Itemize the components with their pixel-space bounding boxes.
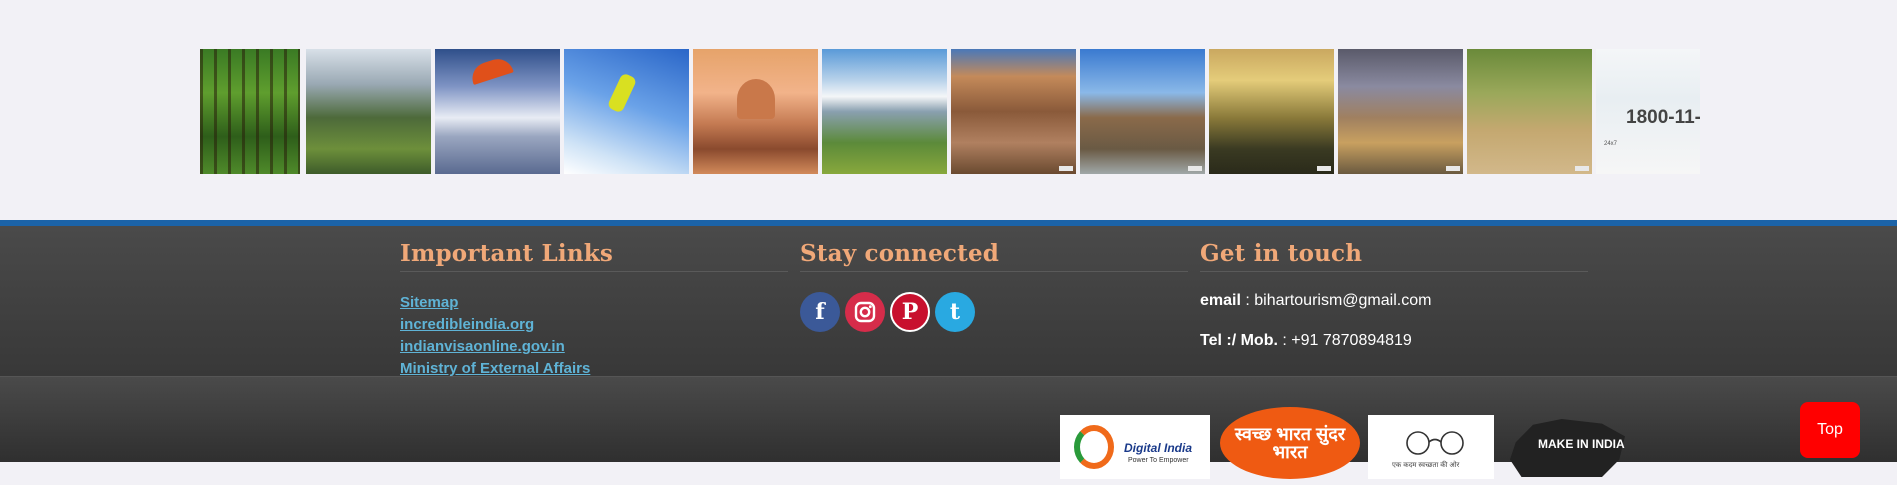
gallery-image-taj-mahal[interactable]: [693, 49, 818, 174]
digital-india-tagline: Power To Empower: [1128, 457, 1189, 464]
link-incredibleindia[interactable]: incredibleindia.org: [400, 314, 788, 336]
email-label: email: [1200, 292, 1241, 309]
social-icons: f P t: [800, 292, 1188, 332]
gallery-image-palace[interactable]: [1338, 49, 1463, 174]
digital-india-logo[interactable]: Digital India Power To Empower: [1060, 415, 1210, 479]
helpline-small-text: 24x7: [1604, 141, 1618, 147]
link-ministry-external-affairs[interactable]: Ministry of External Affairs: [400, 358, 788, 380]
stay-connected-heading: Stay connected: [800, 240, 1188, 272]
digital-india-emblem-icon: [1074, 425, 1114, 469]
important-links-list: Sitemap incredibleindia.org indianvisaon…: [400, 292, 788, 380]
get-in-touch-section: Get in touch email : bihartourism@gmail.…: [1200, 240, 1588, 372]
contact-info: email : bihartourism@gmail.com Tel :/ Mo…: [1200, 292, 1588, 350]
facebook-icon[interactable]: f: [800, 292, 840, 332]
gallery-image-helpline[interactable]: 1800-11-1363 24x7: [1596, 49, 1700, 174]
instagram-icon[interactable]: [845, 292, 885, 332]
gallery-image-forest[interactable]: [200, 49, 300, 174]
gallery-image-fort[interactable]: [1080, 49, 1205, 174]
swachh-bharat-hindi-text: स्वच्छ भारत सुंदर भारत: [1234, 424, 1346, 462]
gallery-image-hills[interactable]: [1209, 49, 1334, 174]
swachh-bharat-sundar-bharat-logo[interactable]: स्वच्छ भारत सुंदर भारत: [1220, 407, 1360, 479]
helpline-number: 1800-11-1363: [1626, 107, 1700, 128]
phone-line: Tel :/ Mob. : +91 7870894819: [1200, 332, 1588, 350]
image-gallery-strip: 1800-11-1363 24x7: [200, 49, 1700, 174]
stay-connected-section: Stay connected f P t: [800, 240, 1188, 332]
get-in-touch-heading: Get in touch: [1200, 240, 1588, 272]
pinterest-icon[interactable]: P: [890, 292, 930, 332]
swachh-bharat-glasses-logo[interactable]: एक कदम स्वच्छता की ओर: [1368, 415, 1494, 479]
twitter-icon[interactable]: t: [935, 292, 975, 332]
phone-value: : +91 7870894819: [1277, 332, 1412, 349]
email-line: email : bihartourism@gmail.com: [1200, 292, 1588, 310]
digital-india-title: Digital India: [1124, 441, 1193, 455]
make-in-india-logo[interactable]: MAKE IN INDIA: [1500, 415, 1635, 479]
back-to-top-button[interactable]: Top: [1800, 402, 1860, 458]
email-value[interactable]: : bihartourism@gmail.com: [1241, 292, 1431, 309]
gallery-image-corridor[interactable]: [951, 49, 1076, 174]
swachh-bharat-tagline: एक कदम स्वच्छता की ओर: [1392, 462, 1460, 469]
gallery-image-mountains[interactable]: [822, 49, 947, 174]
link-sitemap[interactable]: Sitemap: [400, 292, 788, 314]
gallery-image-skiing[interactable]: [564, 49, 689, 174]
gallery-image-wildlife[interactable]: [1467, 49, 1592, 174]
important-links-section: Important Links Sitemap incredibleindia.…: [400, 240, 788, 380]
important-links-heading: Important Links: [400, 240, 788, 272]
make-in-india-text: MAKE IN INDIA: [1538, 437, 1625, 451]
gallery-image-paragliding[interactable]: [435, 49, 560, 174]
spectacles-icon: [1406, 431, 1464, 455]
phone-label: Tel :/ Mob.: [1200, 332, 1278, 349]
link-indianvisaonline[interactable]: indianvisaonline.gov.in: [400, 336, 788, 358]
gallery-image-valley[interactable]: [306, 49, 431, 174]
